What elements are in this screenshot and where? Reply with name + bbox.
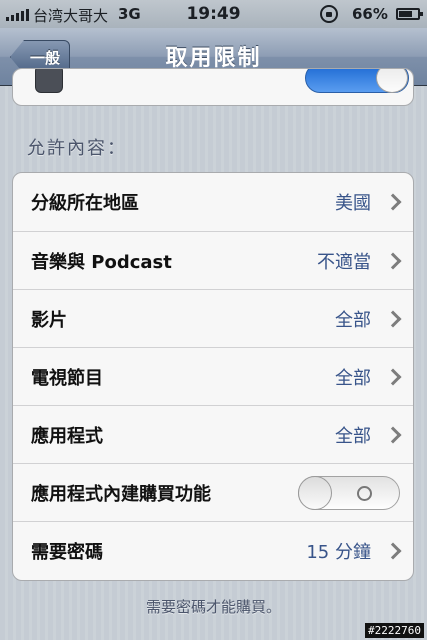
toggle-knob [376, 69, 408, 93]
allowed-content-group: 分級所在地區 美國 音樂與 Podcast 不適當 影片 全部 電視節目 全部 … [12, 172, 414, 581]
app-icon [35, 69, 63, 93]
chevron-right-icon [384, 252, 402, 269]
row-tv-shows[interactable]: 電視節目 全部 [13, 347, 413, 405]
row-label: 影片 [31, 309, 67, 331]
in-app-purchases-toggle[interactable] [298, 475, 400, 510]
section-header-allowed-content: 允許內容： [27, 138, 127, 159]
toggle-off-icon [357, 485, 372, 501]
row-in-app-purchases: 應用程式內建購買功能 [13, 463, 413, 521]
partial-row [13, 69, 413, 105]
chevron-right-icon [384, 542, 402, 559]
top-settings-group [12, 68, 414, 106]
watermark: #2222760 [365, 623, 424, 638]
footer-note: 需要密碼才能購買。 [145, 598, 281, 616]
row-value: 全部 [335, 425, 371, 447]
row-label: 應用程式 [31, 425, 103, 447]
row-value: 不適當 [317, 251, 371, 273]
row-label: 電視節目 [31, 367, 103, 389]
row-value: 全部 [335, 367, 371, 389]
toggle-knob [298, 475, 332, 510]
status-bar: 台湾大哥大 3G 19:49 66% [0, 0, 427, 28]
partial-row-label [75, 69, 215, 89]
chevron-right-icon [384, 368, 402, 385]
battery-percentage: 66% [352, 5, 388, 23]
row-ratings-region[interactable]: 分級所在地區 美國 [13, 173, 413, 231]
row-label: 分級所在地區 [31, 193, 139, 214]
rotation-lock-icon [320, 5, 338, 23]
chevron-right-icon [384, 426, 402, 443]
row-require-password[interactable]: 需要密碼 15 分鐘 [13, 521, 413, 579]
row-apps[interactable]: 應用程式 全部 [13, 405, 413, 463]
row-label: 音樂與 Podcast [31, 251, 172, 273]
row-label: 需要密碼 [31, 541, 103, 563]
row-music-podcast[interactable]: 音樂與 Podcast 不適當 [13, 231, 413, 289]
chevron-right-icon [384, 193, 402, 211]
battery-icon [396, 8, 423, 20]
partial-row-toggle[interactable] [305, 69, 409, 93]
row-value: 15 分鐘 [306, 541, 371, 563]
chevron-right-icon [384, 310, 402, 327]
row-label: 應用程式內建購買功能 [31, 483, 211, 505]
row-value: 全部 [335, 309, 371, 331]
row-movies[interactable]: 影片 全部 [13, 289, 413, 347]
row-value: 美國 [335, 193, 371, 214]
